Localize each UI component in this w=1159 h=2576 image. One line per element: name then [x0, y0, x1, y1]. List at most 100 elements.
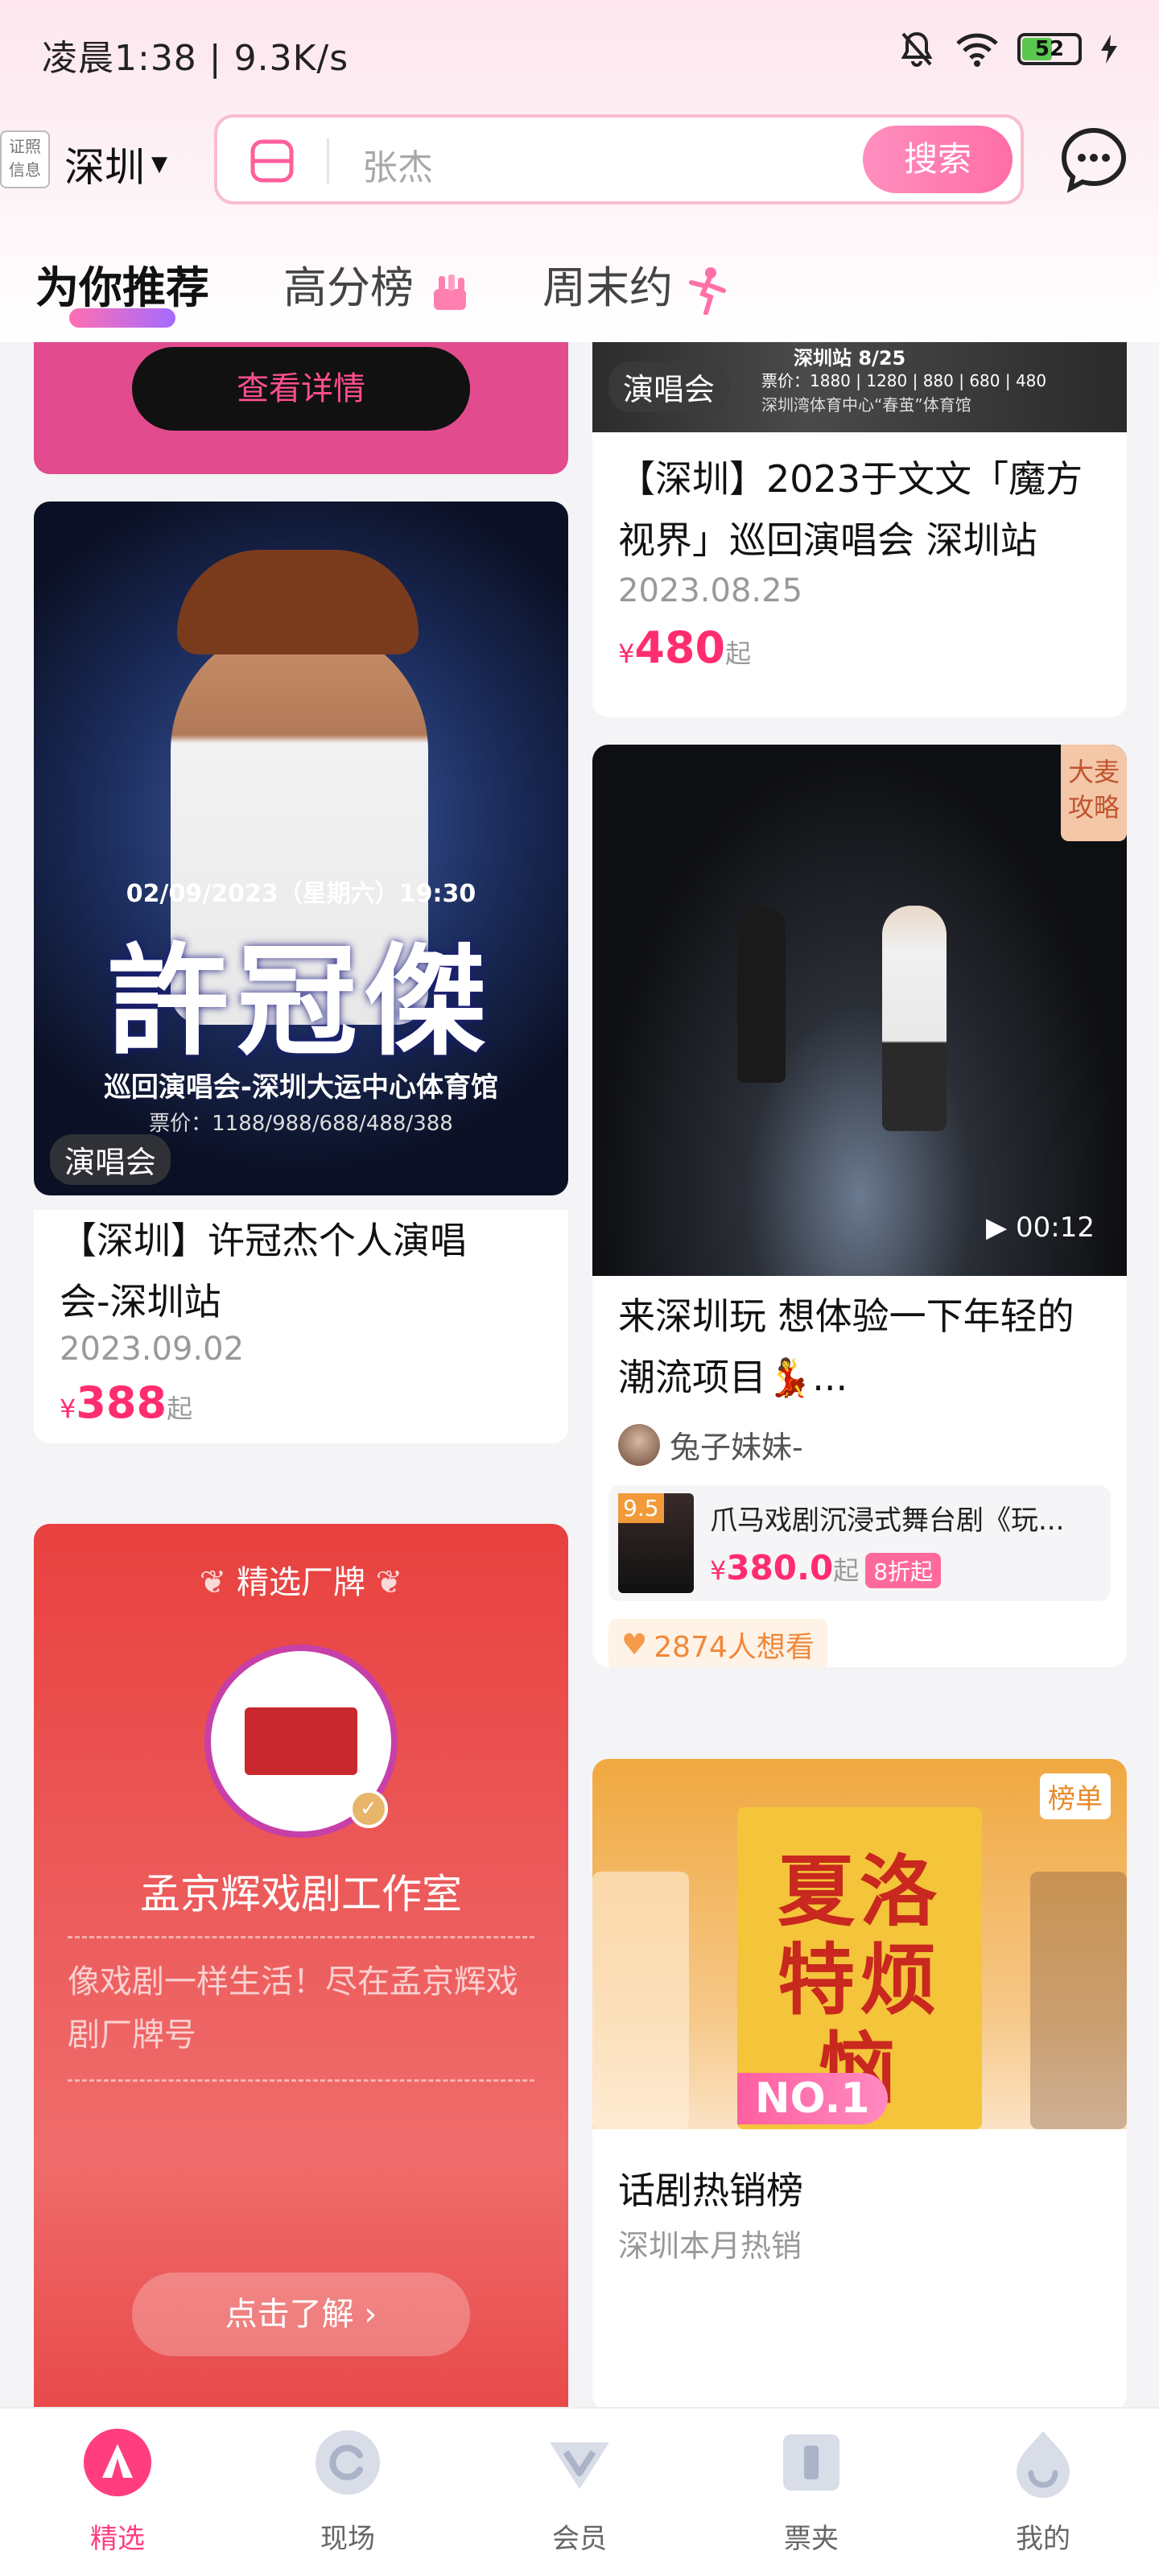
linked-product[interactable]: 9.5 爪马戏剧沉浸式舞台剧《玩... ¥380.0起 8折起: [608, 1485, 1111, 1601]
author-name: 兔子妹妹-: [670, 1430, 803, 1465]
battery-indicator: 52: [1017, 33, 1082, 65]
performer-hat: [177, 550, 419, 654]
recommend-feed: 查看详情 深圳站 8/25 票价：1880 | 1280 | 880 | 680…: [0, 342, 1159, 2407]
concert-card-sam-hui[interactable]: 02/09/2023（星期六）19:30 許冠傑 巡回演唱会-深圳大运中心体育馆…: [34, 502, 568, 1195]
author[interactable]: 兔子妹妹-: [618, 1422, 803, 1467]
tab-weekend-label: 周末约: [542, 262, 673, 313]
card-title: 【深圳】许冠杰个人演唱会-深圳站: [60, 1219, 467, 1323]
currency-symbol: ¥: [710, 1555, 727, 1586]
learn-more-button[interactable]: 点击了解 ›: [132, 2273, 470, 2356]
wifi-icon: [956, 33, 998, 67]
poster-line: 深圳站 8/25: [794, 347, 906, 369]
price-value: 380.0: [726, 1548, 834, 1587]
bottom-navigation: 精选 现场 会员 票夹 我的: [0, 2407, 1159, 2576]
concert-card-yuwenwen[interactable]: 深圳站 8/25 票价：1880 | 1280 | 880 | 680 | 48…: [592, 342, 1127, 717]
brand-header: ❦ 精选厂牌 ❦: [34, 1556, 568, 1603]
charging-icon: [1101, 35, 1117, 64]
promo-card[interactable]: 查看详情: [34, 342, 568, 474]
tab-weekend[interactable]: 周末约: [542, 252, 727, 316]
card-title: 【深圳】2023于文文「魔方视界」巡回演唱会 深圳站: [618, 457, 1083, 562]
ticket-icon: [783, 2434, 839, 2491]
brand-divider-bottom: [68, 2079, 534, 2082]
tab-high-score[interactable]: 高分榜: [283, 252, 474, 316]
tab-recommended[interactable]: 为你推荐: [35, 252, 209, 316]
ranking-poster-area: 夏洛特烦恼 NO.1 榜单: [592, 1759, 1127, 2129]
dancer-icon: [687, 266, 727, 316]
tab-high-score-label: 高分榜: [283, 262, 414, 313]
poster-line: 票价：1880 | 1280 | 880 | 680 | 480: [761, 371, 1047, 390]
status-bar: 凌晨1:38 | 9.3K/s 52: [0, 0, 1159, 105]
video-duration: ▶ 00:12: [986, 1212, 1095, 1244]
category-tag: 演唱会: [608, 361, 730, 412]
product-price: ¥380.0起 8折起: [710, 1548, 942, 1588]
poster-venue: 巡回演唱会-深圳大运中心体育馆: [103, 1071, 499, 1104]
nav-membership-label: 会员: [552, 2523, 607, 2555]
brand-description: 像戏剧一样生活！尽在孟京辉戏剧厂牌号: [68, 1963, 518, 2054]
corner-tag-line1: 大麦: [1067, 757, 1120, 787]
poster-prices: 票价：1188/988/688/488/388: [149, 1112, 453, 1136]
poster-name: 許冠傑: [107, 932, 494, 1072]
live-icon: [316, 2430, 380, 2495]
license-badge-line2: 信息: [9, 160, 41, 180]
video-thumbnail[interactable]: 大麦 攻略 ▶ 00:12: [592, 745, 1127, 1276]
nav-live[interactable]: 现场: [283, 2426, 412, 2556]
message-icon[interactable]: [1059, 126, 1128, 195]
card-price: ¥388起: [60, 1377, 192, 1428]
battery-level: 52: [1034, 37, 1065, 61]
license-info-badge[interactable]: 证照 信息: [0, 130, 50, 188]
learn-more-label: 点击了解: [225, 2296, 354, 2333]
performer-silhouette: [882, 906, 947, 1131]
status-time: 凌晨1:38 | 9.3K/s: [42, 38, 349, 79]
search-button[interactable]: 搜索: [863, 126, 1013, 193]
corner-tag-ranking: 榜单: [1040, 1773, 1111, 1819]
membership-icon: [550, 2442, 609, 2489]
corner-tag-guide: 大麦 攻略: [1061, 745, 1127, 841]
wants-count: ♥ 2874人想看: [608, 1619, 827, 1667]
laurel-right-icon: ❦: [375, 1564, 403, 1601]
price-suffix: 起: [725, 638, 752, 669]
thumbs-up-icon: [427, 271, 474, 311]
status-icons: 52: [897, 29, 1119, 69]
nav-live-label: 现场: [320, 2523, 375, 2555]
duration-text: 00:12: [1016, 1212, 1095, 1244]
ranking-card[interactable]: 夏洛特烦恼 NO.1 榜单 话剧热销榜 深圳本月热销: [592, 1759, 1127, 2407]
poster-line: 深圳湾体育中心“春茧”体育馆: [761, 395, 971, 415]
card-price: ¥480起: [618, 622, 751, 673]
brand-header-label: 精选厂牌: [237, 1564, 365, 1601]
play-icon: ▶: [986, 1212, 1008, 1244]
verified-icon: ✓: [349, 1790, 388, 1828]
concert-poster: 02/09/2023（星期六）19:30 許冠傑 巡回演唱会-深圳大运中心体育馆…: [34, 502, 568, 1195]
category-tabs: 为你推荐 高分榜 周末约: [35, 246, 1130, 334]
city-selector[interactable]: 深圳 ▼: [64, 135, 167, 193]
scan-icon[interactable]: [248, 137, 296, 185]
card-date: 2023.08.25: [618, 572, 803, 609]
corner-tag-line2: 攻略: [1067, 792, 1120, 823]
search-divider: [327, 138, 329, 184]
search-input[interactable]: 张杰: [362, 138, 433, 190]
nav-membership[interactable]: 会员: [515, 2426, 644, 2556]
category-tag: 演唱会: [50, 1134, 171, 1185]
side-poster-right: [1030, 1872, 1127, 2129]
brand-divider-top: [68, 1936, 534, 1938]
background-figure: [737, 906, 786, 1083]
price-value: 388: [76, 1377, 167, 1428]
price-value: 480: [634, 622, 726, 673]
nav-profile[interactable]: 我的: [979, 2426, 1107, 2556]
nav-featured[interactable]: 精选: [53, 2426, 182, 2556]
video-post-card[interactable]: 大麦 攻略 ▶ 00:12 来深圳玩 想体验一下年轻的潮流项目💃... 兔子妹妹…: [592, 745, 1127, 1667]
caret-down-icon: ▼: [151, 152, 167, 176]
discount-badge: 8折起: [865, 1553, 942, 1588]
featured-icon: [84, 2429, 151, 2496]
side-poster-left: [592, 1872, 689, 2129]
concert-card-sam-hui-info[interactable]: 【深圳】许冠杰个人演唱会-深圳站 2023.09.02 ¥388起: [34, 1210, 568, 1443]
nav-tickets[interactable]: 票夹: [747, 2426, 876, 2556]
brand-name: 孟京辉戏剧工作室: [140, 1871, 462, 1918]
card-date: 2023.09.02: [60, 1331, 245, 1368]
nav-featured-label: 精选: [90, 2523, 145, 2555]
laurel-left-icon: ❦: [199, 1564, 227, 1601]
view-details-button[interactable]: 查看详情: [132, 347, 470, 431]
price-suffix: 起: [833, 1555, 860, 1586]
chevron-right-icon: ›: [364, 2296, 377, 2333]
brand-card[interactable]: ❦ 精选厂牌 ❦ ✓ 孟京辉戏剧工作室 像戏剧一样生活！尽在孟京辉戏剧厂牌号 点…: [34, 1524, 568, 2407]
search-bar[interactable]: 张杰 搜索: [214, 114, 1024, 204]
